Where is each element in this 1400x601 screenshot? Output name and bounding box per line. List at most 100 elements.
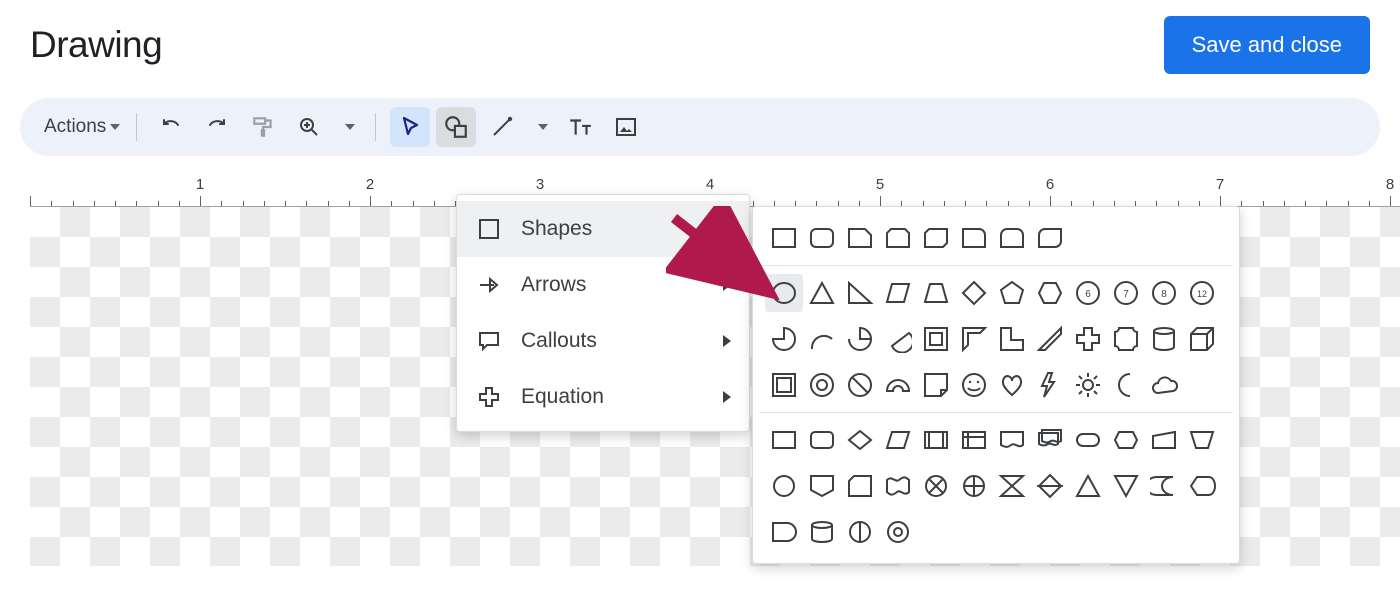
textbox-tool-button[interactable] xyxy=(560,107,600,147)
menu-item-shapes[interactable]: Shapes xyxy=(457,201,749,257)
ruler-tick xyxy=(1050,196,1051,206)
shape-lightning[interactable] xyxy=(1031,366,1069,404)
shape-fc-terminator[interactable] xyxy=(1069,421,1107,459)
shape-fc-display[interactable] xyxy=(1183,467,1221,505)
zoom-button[interactable] xyxy=(289,107,329,147)
shape-frame[interactable] xyxy=(917,320,955,358)
select-tool-button[interactable] xyxy=(390,107,430,147)
shape-trapezoid[interactable] xyxy=(917,274,955,312)
ruler-number: 7 xyxy=(1216,176,1224,193)
shape-snip2[interactable] xyxy=(879,219,917,257)
shape-oval[interactable] xyxy=(765,274,803,312)
shape-round2[interactable] xyxy=(993,219,1031,257)
shape-block-arc[interactable] xyxy=(879,366,917,404)
shape-fc-connector[interactable] xyxy=(765,467,803,505)
shape-moon[interactable] xyxy=(1107,366,1145,404)
shape-triangle[interactable] xyxy=(803,274,841,312)
zoom-dropdown-button[interactable] xyxy=(335,107,361,147)
ruler-tick xyxy=(94,201,95,206)
shape-fc-multidoc[interactable] xyxy=(1031,421,1069,459)
ruler-tick xyxy=(264,201,265,206)
shape-round1[interactable] xyxy=(955,219,993,257)
shape-fc-prepare[interactable] xyxy=(1107,421,1145,459)
shape-cross[interactable] xyxy=(1069,320,1107,358)
ruler-tick xyxy=(1390,196,1391,206)
shape-heptagon[interactable]: 6 xyxy=(1069,274,1107,312)
shape-hexagon[interactable] xyxy=(1031,274,1069,312)
shape-l-shape[interactable] xyxy=(993,320,1031,358)
shape-sun[interactable] xyxy=(1069,366,1107,404)
shape-fc-document[interactable] xyxy=(993,421,1031,459)
shape-fc-internal[interactable] xyxy=(955,421,993,459)
shape-fc-predef[interactable] xyxy=(917,421,955,459)
menu-item-arrows[interactable]: Arrows xyxy=(457,257,749,313)
undo-button[interactable] xyxy=(151,107,191,147)
shape-bevel[interactable] xyxy=(765,366,803,404)
shape-fc-alt[interactable] xyxy=(803,421,841,459)
shape-fc-or[interactable] xyxy=(955,467,993,505)
actions-menu-button[interactable]: Actions xyxy=(38,107,122,147)
shape-heart[interactable] xyxy=(993,366,1031,404)
menu-item-callouts[interactable]: Callouts xyxy=(457,313,749,369)
shape-donut[interactable] xyxy=(803,366,841,404)
shape-diag-stripe[interactable] xyxy=(1031,320,1069,358)
shape-fc-merge[interactable] xyxy=(1107,467,1145,505)
shape-fc-collate[interactable] xyxy=(993,467,1031,505)
shape-fc-card[interactable] xyxy=(841,467,879,505)
shape-cloud[interactable] xyxy=(1145,366,1183,404)
save-and-close-button[interactable]: Save and close xyxy=(1164,16,1370,74)
shape-fc-sort[interactable] xyxy=(1031,467,1069,505)
shape-fc-data[interactable] xyxy=(879,421,917,459)
shape-fc-magdisk[interactable] xyxy=(841,513,879,551)
shape-rt-triangle[interactable] xyxy=(841,274,879,312)
shape-fc-sum[interactable] xyxy=(917,467,955,505)
shape-snip-diag[interactable] xyxy=(917,219,955,257)
shape-fc-extract[interactable] xyxy=(1069,467,1107,505)
shape-smiley[interactable] xyxy=(955,366,993,404)
shape-plaque[interactable] xyxy=(1107,320,1145,358)
menu-item-equation[interactable]: Equation xyxy=(457,369,749,425)
shape-snip1[interactable] xyxy=(841,219,879,257)
shape-folded-corner[interactable] xyxy=(917,366,955,404)
shape-pie[interactable] xyxy=(765,320,803,358)
shape-decagon[interactable]: 8 xyxy=(1145,274,1183,312)
shape-octagon[interactable]: 7 xyxy=(1107,274,1145,312)
ruler-tick xyxy=(73,201,74,206)
shape-fc-manual-in[interactable] xyxy=(1145,421,1183,459)
ruler-tick xyxy=(30,196,31,206)
shape-half-frame[interactable] xyxy=(955,320,993,358)
menu-item-label: Shapes xyxy=(521,217,705,241)
shape-fc-seq[interactable] xyxy=(803,513,841,551)
shape-rect[interactable] xyxy=(765,219,803,257)
shape-dodecagon[interactable]: 12 xyxy=(1183,274,1221,312)
shape-fc-stored[interactable] xyxy=(1145,467,1183,505)
undo-icon xyxy=(159,115,183,139)
shape-no-symbol[interactable] xyxy=(841,366,879,404)
shape-can[interactable] xyxy=(1145,320,1183,358)
chevron-right-icon xyxy=(723,223,731,235)
shape-chord[interactable] xyxy=(879,320,917,358)
shape-pentagon[interactable] xyxy=(993,274,1031,312)
shape-teardrop[interactable] xyxy=(841,320,879,358)
shape-arc[interactable] xyxy=(803,320,841,358)
shape-round-rect[interactable] xyxy=(803,219,841,257)
shape-fc-process[interactable] xyxy=(765,421,803,459)
ruler-tick xyxy=(136,201,137,206)
shape-round-diag[interactable] xyxy=(1031,219,1069,257)
redo-button[interactable] xyxy=(197,107,237,147)
paint-format-button[interactable] xyxy=(243,107,283,147)
shape-tool-button[interactable] xyxy=(436,107,476,147)
shape-fc-offpage[interactable] xyxy=(803,467,841,505)
shape-fc-delay[interactable] xyxy=(765,513,803,551)
ruler-tick xyxy=(349,201,350,206)
shape-cube[interactable] xyxy=(1183,320,1221,358)
shape-fc-manual-op[interactable] xyxy=(1183,421,1221,459)
shape-diamond[interactable] xyxy=(955,274,993,312)
line-tool-button[interactable] xyxy=(482,107,522,147)
shape-parallelogram[interactable] xyxy=(879,274,917,312)
image-tool-button[interactable] xyxy=(606,107,646,147)
shape-fc-tape[interactable] xyxy=(879,467,917,505)
shape-fc-direct[interactable] xyxy=(879,513,917,551)
shape-fc-decision[interactable] xyxy=(841,421,879,459)
line-dropdown-button[interactable] xyxy=(528,107,554,147)
